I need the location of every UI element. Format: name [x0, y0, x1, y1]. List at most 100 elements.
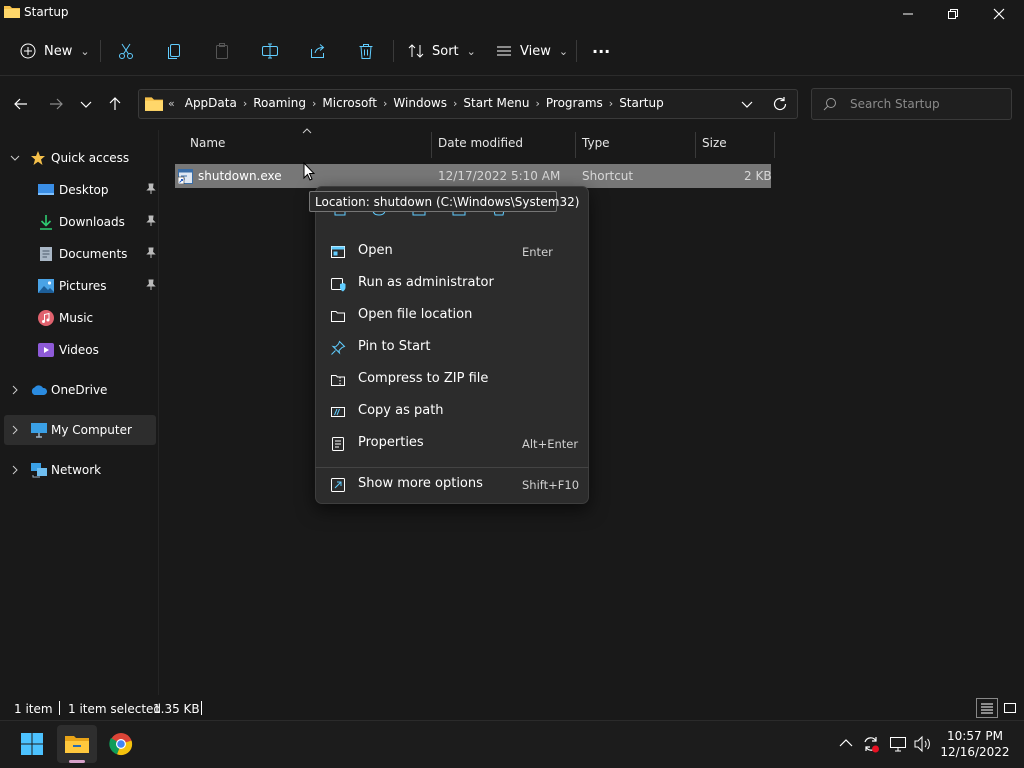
active-app-indicator — [69, 760, 85, 763]
plus-circle-icon — [20, 43, 36, 59]
column-divider[interactable] — [431, 132, 432, 158]
chevron-down-icon — [741, 101, 753, 108]
new-label: New — [44, 43, 73, 59]
refresh-button[interactable] — [772, 96, 788, 112]
window-title: Startup — [24, 5, 69, 19]
pin-icon[interactable] — [146, 183, 156, 195]
delete-button[interactable] — [354, 40, 378, 62]
breadcrumb-item[interactable]: Roaming — [247, 96, 312, 110]
nav-label: Videos — [59, 343, 99, 357]
pane-splitter[interactable] — [158, 130, 159, 695]
breadcrumb-item[interactable]: AppData — [179, 96, 243, 110]
chevron-right-icon — [12, 425, 18, 435]
nav-item-my-computer[interactable]: My Computer — [4, 415, 156, 445]
breadcrumb-item[interactable]: Windows — [387, 96, 453, 110]
column-divider[interactable] — [575, 132, 576, 158]
computer-icon — [31, 423, 47, 438]
column-header-type[interactable]: Type — [582, 136, 610, 154]
taskbar-file-explorer[interactable] — [57, 725, 97, 763]
menu-item-compress-zip[interactable]: Compress to ZIP file — [319, 365, 585, 395]
breadcrumb-item[interactable]: Start Menu — [457, 96, 535, 110]
tiles-view-icon — [1004, 703, 1016, 713]
menu-label: Open — [358, 243, 393, 258]
nav-item-downloads[interactable]: Downloads — [4, 207, 156, 237]
taskbar-clock[interactable]: 10:57 PM 12/16/2022 — [940, 728, 1010, 760]
nav-item-documents[interactable]: Documents — [4, 239, 156, 269]
rename-button[interactable] — [258, 40, 282, 62]
desktop-icon — [38, 184, 54, 195]
file-date: 12/17/2022 5:10 AM — [438, 169, 561, 183]
zip-folder-icon — [331, 375, 345, 386]
nav-item-network[interactable]: Network — [4, 455, 156, 485]
menu-item-run-as-administrator[interactable]: Run as administrator — [319, 269, 585, 299]
nav-item-onedrive[interactable]: OneDrive — [4, 375, 156, 405]
open-window-icon — [331, 246, 345, 258]
document-icon — [40, 247, 52, 261]
column-divider[interactable] — [774, 132, 775, 158]
pin-icon[interactable] — [146, 247, 156, 259]
breadcrumb-item[interactable]: Microsoft — [316, 96, 383, 110]
pin-icon[interactable] — [146, 279, 156, 291]
admin-shield-icon — [331, 278, 346, 292]
sync-status-icon[interactable] — [862, 735, 880, 753]
show-hidden-icons-button[interactable] — [838, 736, 854, 750]
view-label: View — [520, 43, 551, 59]
restore-icon — [948, 9, 958, 19]
toolbar-divider — [393, 40, 394, 62]
nav-label: Network — [51, 463, 102, 477]
column-divider[interactable] — [695, 132, 696, 158]
menu-item-open-file-location[interactable]: Open file location — [319, 301, 585, 331]
nav-label: Documents — [59, 247, 128, 261]
menu-item-open[interactable]: Open Enter — [319, 237, 585, 267]
column-header-name[interactable]: Name — [190, 136, 225, 154]
column-header-size[interactable]: Size — [702, 136, 727, 154]
restore-button[interactable] — [930, 0, 976, 28]
forward-button[interactable] — [44, 92, 68, 116]
menu-item-show-more-options[interactable]: Show more options Shift+F10 — [319, 470, 585, 500]
more-options-button[interactable]: ··· — [592, 36, 610, 66]
volume-icon[interactable] — [913, 735, 933, 753]
status-item-count: 1 item — [14, 702, 53, 716]
share-button[interactable] — [306, 40, 330, 62]
breadcrumb-overflow[interactable]: « — [168, 97, 179, 110]
nav-item-pictures[interactable]: Pictures — [4, 271, 156, 301]
column-header-date[interactable]: Date modified — [438, 136, 523, 154]
nav-item-music[interactable]: Music — [4, 303, 156, 333]
status-selected: 1 item selected — [68, 702, 162, 716]
recent-locations-button[interactable] — [74, 92, 98, 116]
network-status-icon[interactable] — [889, 736, 907, 752]
copy-button[interactable] — [162, 40, 186, 62]
paste-button[interactable] — [210, 40, 234, 62]
menu-label: Run as administrator — [358, 275, 494, 290]
status-divider — [59, 701, 60, 715]
view-button[interactable]: View ⌄ — [496, 36, 568, 66]
cut-button[interactable] — [114, 40, 138, 62]
sort-button[interactable]: Sort ⌄ — [408, 36, 476, 66]
details-view-button[interactable] — [976, 698, 998, 718]
nav-item-quick-access[interactable]: Quick access — [4, 143, 156, 173]
status-size: 1.35 KB — [153, 702, 200, 716]
close-button[interactable] — [976, 0, 1022, 28]
menu-item-properties[interactable]: Properties Alt+Enter — [319, 429, 585, 459]
taskbar-chrome[interactable] — [101, 725, 141, 763]
breadcrumb-item[interactable]: Startup — [613, 96, 670, 110]
minimize-icon — [903, 13, 913, 15]
back-button[interactable] — [9, 92, 33, 116]
copy-icon — [168, 44, 180, 59]
menu-item-copy-as-path[interactable]: Copy as path — [319, 397, 585, 427]
start-button[interactable] — [12, 725, 52, 763]
minimize-button[interactable] — [885, 0, 931, 28]
breadcrumb-item[interactable]: Programs — [540, 96, 609, 110]
new-button[interactable]: New ⌄ — [20, 36, 90, 66]
sort-label: Sort — [432, 43, 459, 59]
menu-item-pin-to-start[interactable]: Pin to Start — [319, 333, 585, 363]
pin-icon[interactable] — [146, 215, 156, 227]
nav-item-videos[interactable]: Videos — [4, 335, 156, 365]
folder-icon — [4, 4, 20, 18]
up-button[interactable] — [103, 92, 127, 116]
address-dropdown-button[interactable] — [740, 97, 754, 111]
chevron-right-icon — [12, 385, 18, 395]
status-divider — [201, 701, 202, 715]
large-icons-view-button[interactable] — [1000, 699, 1020, 717]
nav-item-desktop[interactable]: Desktop — [4, 175, 156, 205]
